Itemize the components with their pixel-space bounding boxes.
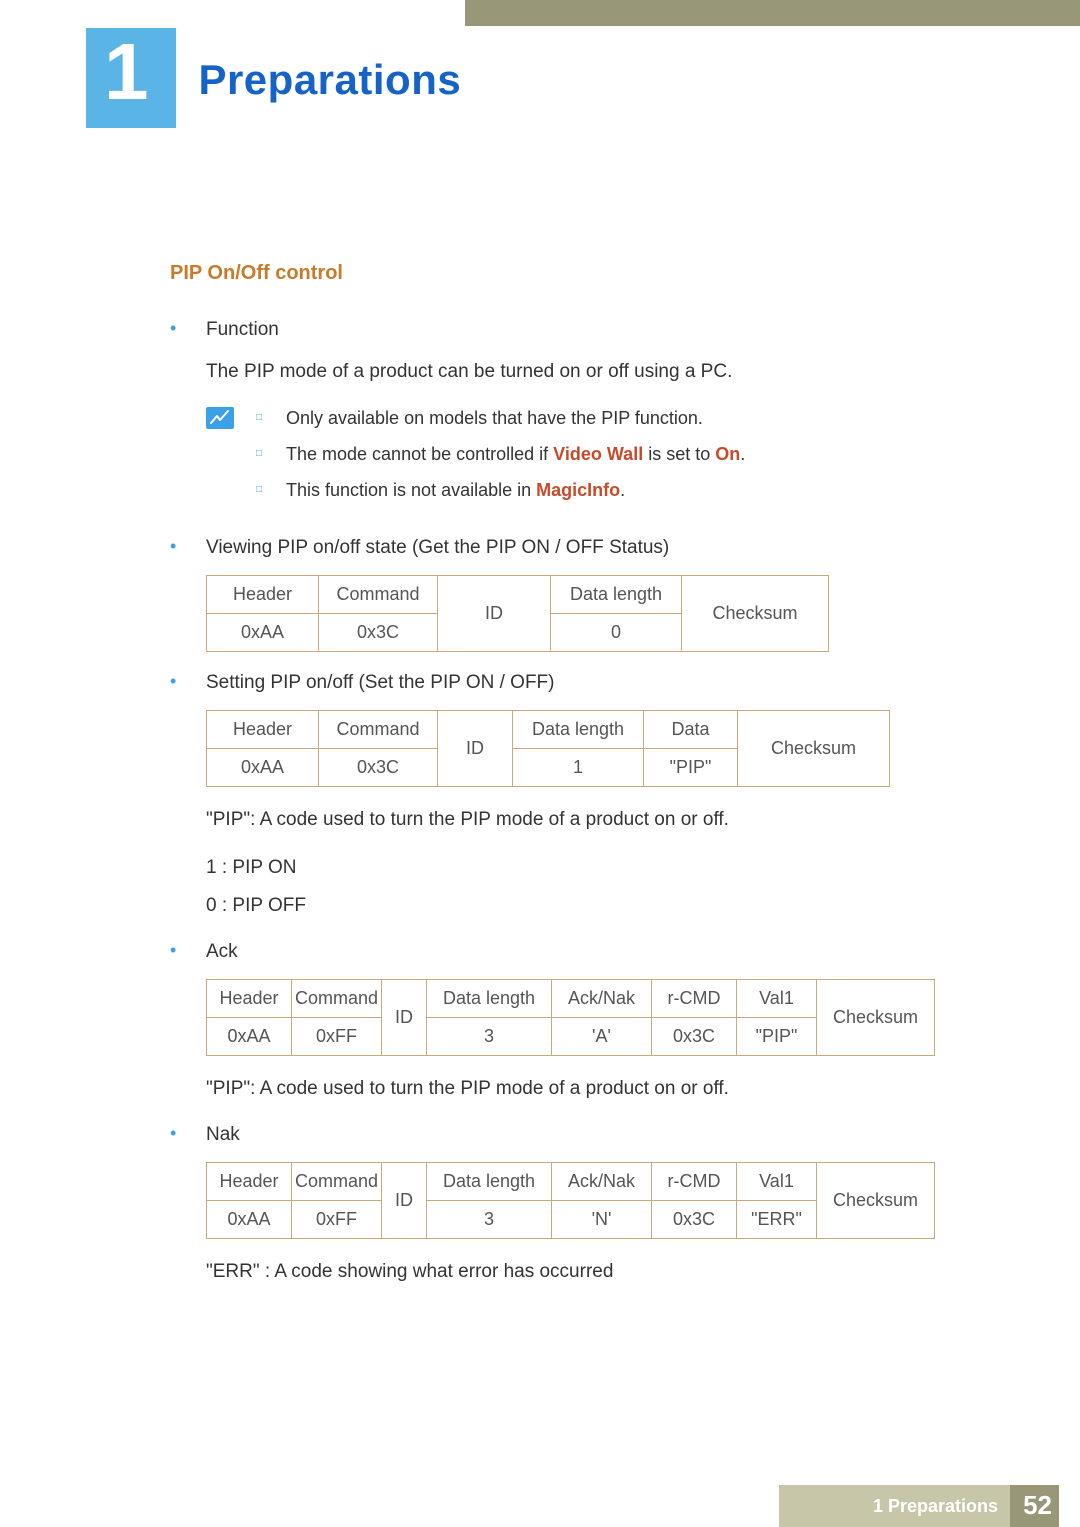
table-cell: Data length — [551, 576, 682, 614]
table-cell: 0x3C — [652, 1201, 737, 1239]
note-3: This function is not available in MagicI… — [286, 477, 625, 505]
square-bullet-icon — [256, 405, 286, 433]
table-cell: Ack/Nak — [552, 980, 652, 1018]
table-cell: 0x3C — [319, 614, 438, 652]
table-cell: 1 — [513, 749, 644, 787]
table-cell: r-CMD — [652, 1163, 737, 1201]
table-cell: 0x3C — [652, 1018, 737, 1056]
table-cell: ID — [438, 576, 551, 652]
viewing-label: Viewing PIP on/off state (Get the PIP ON… — [206, 533, 669, 563]
table-cell: 'N' — [552, 1201, 652, 1239]
table-cell: ID — [438, 711, 513, 787]
table-set: Header Command ID Data length Data Check… — [206, 710, 890, 787]
table-cell: Command — [319, 576, 438, 614]
table-cell: 0xAA — [207, 1201, 292, 1239]
table-cell: 0xAA — [207, 749, 319, 787]
bullet-icon — [170, 937, 206, 967]
setting-label: Setting PIP on/off (Set the PIP ON / OFF… — [206, 668, 555, 698]
table-cell: Header — [207, 1163, 292, 1201]
table-cell: "ERR" — [737, 1201, 817, 1239]
bullet-icon — [170, 315, 206, 345]
table-cell: ID — [382, 1163, 427, 1239]
chapter-tab: 1 — [86, 28, 176, 128]
function-label: Function — [206, 315, 279, 345]
bullet-icon — [170, 1120, 206, 1150]
ack-desc: "PIP": A code used to turn the PIP mode … — [206, 1072, 980, 1106]
table-cell: "PIP" — [644, 749, 738, 787]
pip-desc: "PIP": A code used to turn the PIP mode … — [206, 803, 980, 837]
footer-page-number: 52 — [1023, 1490, 1052, 1521]
table-cell: Data length — [427, 980, 552, 1018]
square-bullet-icon — [256, 477, 286, 505]
table-cell: Checksum — [682, 576, 829, 652]
table-cell: 0xAA — [207, 1018, 292, 1056]
nak-label: Nak — [206, 1120, 240, 1150]
chapter-number: 1 — [104, 32, 149, 112]
table-cell: Command — [319, 711, 438, 749]
table-cell: Command — [292, 1163, 382, 1201]
nak-desc: "ERR" : A code showing what error has oc… — [206, 1255, 980, 1289]
table-view: Header Command ID Data length Checksum 0… — [206, 575, 829, 652]
table-cell: Header — [207, 980, 292, 1018]
pip-off: 0 : PIP OFF — [206, 889, 980, 923]
note-2: The mode cannot be controlled if Video W… — [286, 441, 745, 469]
table-cell: 0xAA — [207, 614, 319, 652]
top-band — [465, 0, 1080, 26]
table-cell: r-CMD — [652, 980, 737, 1018]
footer: 1 Preparations 52 — [0, 1485, 1080, 1527]
table-cell: 3 — [427, 1018, 552, 1056]
table-cell: Val1 — [737, 1163, 817, 1201]
table-cell: 3 — [427, 1201, 552, 1239]
table-cell: Data length — [427, 1163, 552, 1201]
table-cell: "PIP" — [737, 1018, 817, 1056]
table-cell: 0x3C — [319, 749, 438, 787]
table-cell: Checksum — [817, 980, 935, 1056]
function-desc: The PIP mode of a product can be turned … — [206, 357, 980, 387]
bullet-icon — [170, 533, 206, 563]
chapter-header: 1 Preparations — [86, 28, 461, 128]
table-cell: Checksum — [738, 711, 890, 787]
table-cell: Header — [207, 711, 319, 749]
table-cell: Ack/Nak — [552, 1163, 652, 1201]
table-ack: Header Command ID Data length Ack/Nak r-… — [206, 979, 935, 1056]
table-cell: 0xFF — [292, 1201, 382, 1239]
pip-on: 1 : PIP ON — [206, 851, 980, 885]
table-cell: ID — [382, 980, 427, 1056]
table-nak: Header Command ID Data length Ack/Nak r-… — [206, 1162, 935, 1239]
note-icon — [206, 407, 234, 429]
chapter-title: Preparations — [198, 56, 461, 104]
bullet-icon — [170, 668, 206, 698]
table-cell: 0xFF — [292, 1018, 382, 1056]
table-cell: Data length — [513, 711, 644, 749]
table-cell: 'A' — [552, 1018, 652, 1056]
table-cell: 0 — [551, 614, 682, 652]
square-bullet-icon — [256, 441, 286, 469]
footer-label: 1 Preparations — [873, 1496, 998, 1517]
section-heading: PIP On/Off control — [170, 262, 980, 285]
table-cell: Val1 — [737, 980, 817, 1018]
note-1: Only available on models that have the P… — [286, 405, 703, 433]
table-cell: Data — [644, 711, 738, 749]
ack-label: Ack — [206, 937, 238, 967]
table-cell: Command — [292, 980, 382, 1018]
table-cell: Header — [207, 576, 319, 614]
table-cell: Checksum — [817, 1163, 935, 1239]
